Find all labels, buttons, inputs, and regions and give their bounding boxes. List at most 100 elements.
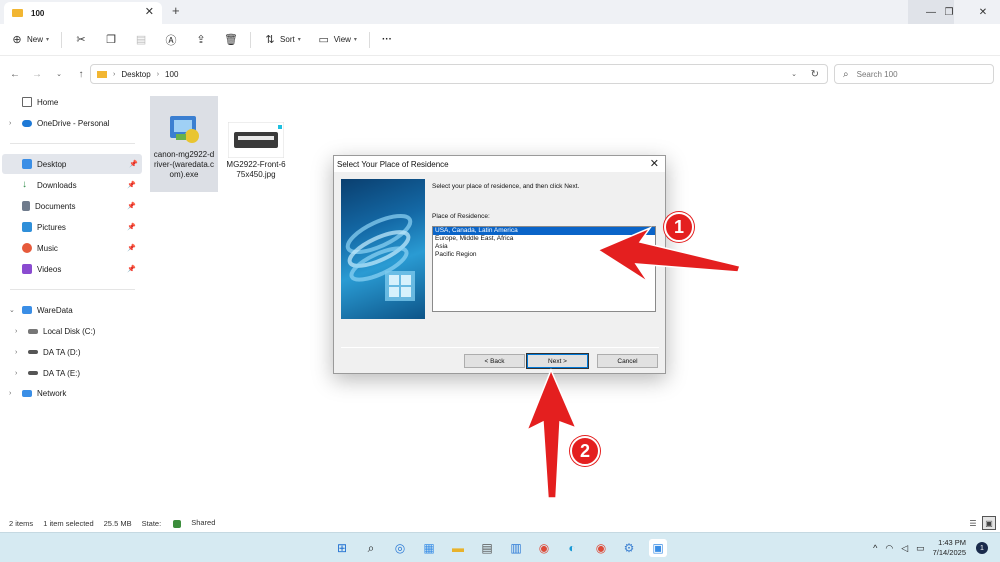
expand-chevron-icon[interactable]: › <box>15 370 17 377</box>
sidebar-item-data-d[interactable]: › DA TA (D:) <box>0 342 140 362</box>
dialog-app-icon[interactable]: ▣ <box>649 539 667 557</box>
search-box[interactable]: ⌕ Search 100 <box>834 64 994 84</box>
sidebar-item-data-e[interactable]: › DA TA (E:) <box>0 363 140 383</box>
sidebar-item-videos[interactable]: Videos 📌 <box>0 259 140 279</box>
system-tray: ^ ◠ ◁ ▭ 1:43 PM 7/14/2025 1 <box>873 533 988 562</box>
rename-button[interactable]: Ⓐ <box>164 32 178 48</box>
selected-size: 25.5 MB <box>103 518 132 528</box>
sidebar-item-onedrive[interactable]: › OneDrive - Personal <box>0 113 140 133</box>
new-tab-button[interactable]: + <box>172 3 180 18</box>
back-button[interactable]: < Back <box>464 354 525 368</box>
scissors-icon: ✂ <box>76 34 86 46</box>
share-button[interactable]: ⇪ <box>194 33 208 46</box>
chrome-profile-icon[interactable]: ◉ <box>592 539 610 557</box>
expand-chevron-icon[interactable]: ⌄ <box>9 306 15 314</box>
notepad-icon[interactable]: ▤ <box>478 539 496 557</box>
sidebar-item-pictures[interactable]: Pictures 📌 <box>0 217 140 237</box>
volume-icon[interactable]: ◁ <box>901 543 908 554</box>
residence-listbox[interactable]: USA, Canada, Latin America Europe, Middl… <box>432 226 656 312</box>
up-arrow-icon[interactable]: ↑ <box>70 69 92 80</box>
file-item-printer-jpg[interactable]: MG2922-Front-6 75x450.jpg <box>222 96 290 184</box>
details-view-icon[interactable]: ☰ <box>966 516 980 530</box>
search-icon[interactable]: ⌕ <box>362 539 380 557</box>
sidebar-item-downloads[interactable]: ↓ Downloads 📌 <box>0 175 140 195</box>
sidebar-item-waredata[interactable]: ⌄ WareData <box>0 300 140 320</box>
computer-icon <box>22 306 32 314</box>
app-icon[interactable]: ▦ <box>420 539 438 557</box>
sidebar-item-documents[interactable]: Documents 📌 <box>0 196 140 216</box>
state-label: State: <box>142 519 172 528</box>
residence-option[interactable]: Asia <box>433 243 655 251</box>
pin-icon: 📌 <box>127 266 136 273</box>
items-count: 2 items <box>9 518 34 528</box>
back-arrow-icon[interactable]: ← <box>4 69 26 80</box>
tab-close-icon[interactable]: ✕ <box>145 5 154 18</box>
forward-arrow-icon[interactable]: → <box>26 69 48 80</box>
document-icon <box>22 201 30 211</box>
expand-chevron-icon[interactable]: › <box>9 120 11 127</box>
view-button[interactable]: ▭ View ▾ <box>317 33 357 46</box>
residence-option[interactable]: USA, Canada, Latin America <box>433 227 655 235</box>
copy-icon: ❐ <box>106 34 116 46</box>
sidebar-item-desktop[interactable]: Desktop 📌 <box>2 154 142 174</box>
calculator-icon[interactable]: ▥ <box>507 539 525 557</box>
title-bar: 100 ✕ + — ❐ ✕ <box>0 0 1000 24</box>
expand-chevron-icon[interactable]: › <box>9 390 11 397</box>
drive-icon <box>28 350 38 354</box>
cut-button[interactable]: ✂ <box>74 33 88 46</box>
tab-100[interactable]: 100 ✕ <box>4 2 162 24</box>
sidebar-item-label: DA TA (E:) <box>43 368 81 378</box>
new-button[interactable]: ⊕ New ▾ <box>10 33 49 46</box>
chrome-icon[interactable]: ◉ <box>535 539 553 557</box>
sidebar-item-network[interactable]: › Network <box>0 383 140 403</box>
cancel-button[interactable]: Cancel <box>597 354 658 368</box>
delete-button[interactable]: 🗑 <box>224 33 238 46</box>
next-button[interactable]: Next > <box>526 353 589 369</box>
network-icon <box>22 389 32 397</box>
clock[interactable]: 1:43 PM 7/14/2025 <box>933 538 966 558</box>
start-icon[interactable]: ⊞ <box>333 539 351 557</box>
residence-option[interactable]: Pacific Region <box>433 251 655 259</box>
residence-option[interactable]: Europe, Middle East, Africa <box>433 235 655 243</box>
sort-button[interactable]: ⇅ Sort ▾ <box>263 33 300 46</box>
sidebar-item-label: Pictures <box>37 222 66 232</box>
breadcrumb-desktop[interactable]: Desktop <box>121 70 150 79</box>
battery-icon[interactable]: ▭ <box>916 543 925 554</box>
expand-chevron-icon[interactable]: › <box>15 328 17 335</box>
dialog-close-icon[interactable]: ✕ <box>650 157 659 170</box>
expand-chevron-icon[interactable]: › <box>15 349 17 356</box>
edge-icon[interactable]: ◐ <box>563 539 581 557</box>
copilot-icon[interactable]: ◎ <box>391 539 409 557</box>
file-name-line: canon-mg2922-d <box>153 150 215 159</box>
tiles-view-icon[interactable]: ▣ <box>982 516 996 530</box>
refresh-icon[interactable]: ↻ <box>811 69 819 80</box>
arrow-to-next-button <box>525 368 578 499</box>
chevron-up-icon[interactable]: ^ <box>873 543 877 553</box>
toolbar-divider <box>368 31 370 48</box>
file-item-driver-exe[interactable]: canon-mg2922-d river-(waredata.c om).exe <box>150 96 218 192</box>
chevron-down-icon: ▾ <box>353 37 357 43</box>
view-label: View <box>333 35 351 44</box>
dialog-title-bar: Select Your Place of Residence ✕ <box>334 156 665 172</box>
paste-button[interactable]: ▤ <box>134 33 148 46</box>
wifi-icon[interactable]: ◠ <box>885 543 893 554</box>
sidebar-item-home[interactable]: Home <box>0 92 140 112</box>
close-window-button[interactable]: ✕ <box>966 0 1000 24</box>
sidebar-item-local-disk-c[interactable]: › Local Disk (C:) <box>0 321 140 341</box>
drive-icon <box>28 371 38 375</box>
address-bar[interactable]: › Desktop › 100 ⌄ ↻ <box>90 64 828 84</box>
paste-icon: ▤ <box>135 34 147 46</box>
copy-button[interactable]: ❐ <box>104 33 118 46</box>
picture-icon <box>22 222 32 232</box>
maximize-button[interactable]: ❐ <box>932 0 966 24</box>
breadcrumb-separator-icon: › <box>113 70 116 78</box>
sidebar-item-music[interactable]: Music 📌 <box>0 238 140 258</box>
installer-app-icon[interactable]: ⚙ <box>620 539 638 557</box>
file-explorer-icon[interactable]: ▬ <box>449 539 467 557</box>
more-button[interactable]: ··· <box>382 34 392 45</box>
recent-chevron-icon[interactable]: ⌄ <box>48 70 70 78</box>
breadcrumb-100[interactable]: 100 <box>165 70 178 79</box>
pin-icon: 📌 <box>129 161 138 168</box>
notification-badge[interactable]: 1 <box>976 542 988 554</box>
address-dropdown-icon[interactable]: ⌄ <box>791 70 797 78</box>
